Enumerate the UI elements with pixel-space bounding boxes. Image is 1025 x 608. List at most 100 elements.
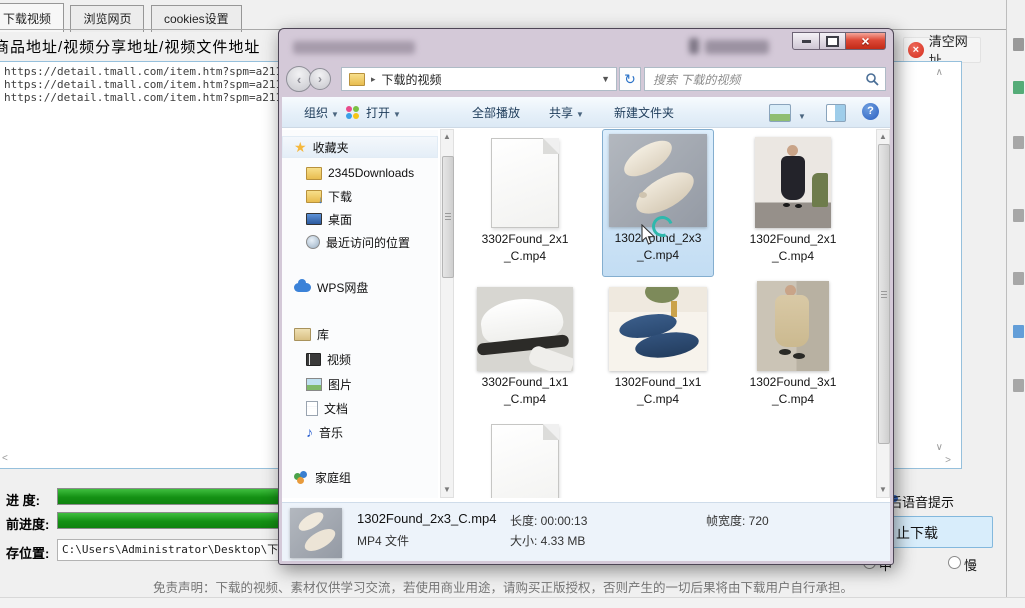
details-frame-width: 帧宽度: 720 <box>706 512 769 529</box>
right-panel-divider <box>1006 0 1007 597</box>
screen: 下载视频 浏览网页 cookies设置 商品地址/视频分享地址/视频文件地址 ×… <box>0 0 1025 608</box>
documents-icon <box>306 401 318 416</box>
tab-cookies-settings[interactable]: cookies设置 <box>151 5 242 32</box>
details-file-type: MP4 文件 <box>357 532 409 549</box>
downloads-folder-icon: ↓ <box>306 190 322 203</box>
views-icon[interactable] <box>769 104 791 122</box>
tab-browse-web[interactable]: 浏览网页 <box>70 5 144 32</box>
sidebar-item-favorites[interactable]: ★ 收藏夹 <box>294 137 349 157</box>
sidebar-item-2345downloads[interactable]: 2345Downloads <box>306 163 414 183</box>
star-icon: ★ <box>294 139 307 156</box>
back-arrow-icon: ‹ <box>297 72 301 87</box>
scroll-up-icon[interactable]: ▲ <box>441 130 453 144</box>
command-toolbar: 组织▼ 打开▼ 全部播放 共享▼ 新建文件夹 ▼ ? <box>282 97 890 128</box>
progress-label: 进 度: <box>6 490 40 509</box>
file-item-4[interactable]: 3302Found_1x1_C.mp4 <box>469 285 581 408</box>
forward-arrow-icon: › <box>318 72 322 86</box>
music-note-icon: ♪ <box>306 425 313 439</box>
minimize-icon <box>802 40 811 43</box>
search-icon <box>865 72 879 86</box>
file-item-3[interactable]: 1302Found_2x1_C.mp4 <box>737 135 849 265</box>
voice-hint-label: 后语音提示 <box>889 492 954 511</box>
sidebar-item-videos[interactable]: 视频 <box>306 349 351 369</box>
scroll-down-icon[interactable]: ▼ <box>877 483 889 497</box>
desktop-icon <box>306 213 322 225</box>
sidebar-item-recent-places[interactable]: 最近访问的位置 <box>306 232 410 252</box>
videos-icon <box>306 353 321 366</box>
preview-pane-icon[interactable] <box>826 104 846 122</box>
clipped-glyph <box>1013 136 1024 149</box>
clipped-glyph <box>1013 325 1024 338</box>
redacted-title-icon <box>689 38 699 54</box>
close-button[interactable]: × <box>845 32 886 50</box>
clear-urls-button[interactable]: × 清空网址 <box>903 37 981 63</box>
file-item-7-partial[interactable] <box>469 421 581 498</box>
stop-download-label: 止下载 <box>896 523 938 543</box>
sidebar-item-desktop[interactable]: 桌面 <box>306 209 352 229</box>
sidebar-item-downloads[interactable]: ↓ 下载 <box>306 186 352 206</box>
clipped-glyph <box>1013 81 1024 94</box>
file-item-6[interactable]: 1302Found_3x1_C.mp4 <box>737 285 849 408</box>
speed-slow-radio[interactable] <box>948 556 961 569</box>
sidebar-item-wps-cloud[interactable]: WPS网盘 <box>294 277 368 297</box>
disclaimer-text: 免责声明：下载的视频、素材仅供学习交流，若使用商业用途，请购买正版授权，否则产生… <box>0 577 1006 596</box>
url-input-label: 商品地址/视频分享地址/视频文件地址 <box>0 36 260 57</box>
details-size: 大小: 4.33 MB <box>510 532 585 549</box>
sidebar-item-libraries[interactable]: 库 <box>294 324 329 344</box>
seated-woman-thumbnail <box>757 281 829 371</box>
sidebar-scrollbar[interactable]: ▲ ▼ <box>440 129 454 498</box>
sidebar-item-documents[interactable]: 文档 <box>306 398 348 418</box>
clipped-glyph <box>1013 38 1024 51</box>
current-progress-label: 前进度: <box>6 514 49 533</box>
refresh-icon: ↻ <box>624 71 636 88</box>
clipped-glyph <box>1013 272 1024 285</box>
breadcrumb[interactable]: ▸ 下载的视频 ▼ <box>341 67 617 91</box>
recent-places-icon <box>306 235 320 249</box>
scroll-down-icon[interactable]: ∨ <box>936 443 943 453</box>
tab-download-video[interactable]: 下载视频 <box>0 3 64 32</box>
open-menu[interactable]: 打开▼ <box>366 104 401 121</box>
search-box[interactable]: 搜索 下载的视频 <box>644 67 886 91</box>
app-tabbar: 下载视频 浏览网页 cookies设置 <box>0 3 244 29</box>
scroll-up-icon[interactable]: ∧ <box>936 68 943 78</box>
scroll-down-icon[interactable]: ▼ <box>441 483 453 497</box>
file-item-5[interactable]: 1302Found_1x1_C.mp4 <box>602 285 714 408</box>
new-folder-button[interactable]: 新建文件夹 <box>614 104 674 121</box>
scroll-left-icon[interactable]: < <box>2 454 8 464</box>
sidebar-item-pictures[interactable]: 图片 <box>306 374 352 394</box>
white-sneaker-thumbnail <box>477 287 573 371</box>
scroll-right-icon[interactable]: > <box>945 456 951 466</box>
minimize-button[interactable] <box>792 32 820 50</box>
organize-menu[interactable]: 组织▼ <box>304 104 339 121</box>
chevron-down-icon: ▼ <box>576 110 584 119</box>
scroll-up-icon[interactable]: ▲ <box>877 130 889 144</box>
explorer-content: ★ 收藏夹 2345Downloads ↓ 下载 桌面 最近访问的位置 <box>282 128 890 502</box>
breadcrumb-dropdown-icon[interactable]: ▼ <box>601 74 610 84</box>
file-item-2-selected[interactable]: 1302Found_2x3_C.mp4 <box>602 129 714 277</box>
breadcrumb-folder[interactable]: 下载的视频 <box>382 71 442 88</box>
forward-button[interactable]: › <box>309 68 331 90</box>
bottom-strip <box>0 597 1025 608</box>
blank-video-file-icon <box>491 138 559 228</box>
help-button[interactable]: ? <box>862 103 879 120</box>
details-pane: 1302Found_2x3_C.mp4 MP4 文件 长度: 00:00:13 … <box>282 502 890 561</box>
open-icon <box>346 106 360 120</box>
chevron-down-icon: ▼ <box>331 110 339 119</box>
views-dropdown[interactable]: ▼ <box>795 108 806 122</box>
refresh-button[interactable]: ↻ <box>619 67 641 91</box>
sidebar-item-music[interactable]: ♪ 音乐 <box>306 422 343 442</box>
sidebar-item-homegroup[interactable]: 家庭组 <box>294 467 351 487</box>
redacted-title-text <box>293 41 415 54</box>
maximize-button[interactable] <box>819 32 846 50</box>
file-item-1[interactable]: 3302Found_2x1_C.mp4 <box>469 135 581 265</box>
file-scroll-thumb[interactable] <box>878 144 890 444</box>
play-all-button[interactable]: 全部播放 <box>472 104 520 121</box>
sidebar-scroll-thumb[interactable] <box>442 156 454 278</box>
file-list-scrollbar[interactable]: ▲ ▼ <box>876 129 890 498</box>
folder-icon <box>306 167 322 180</box>
share-menu[interactable]: 共享▼ <box>549 104 584 121</box>
speed-slow-label: 慢 <box>964 555 977 574</box>
clipped-glyph <box>1013 379 1024 392</box>
cream-flats-thumbnail <box>609 134 707 227</box>
search-placeholder: 搜索 下载的视频 <box>653 71 865 88</box>
